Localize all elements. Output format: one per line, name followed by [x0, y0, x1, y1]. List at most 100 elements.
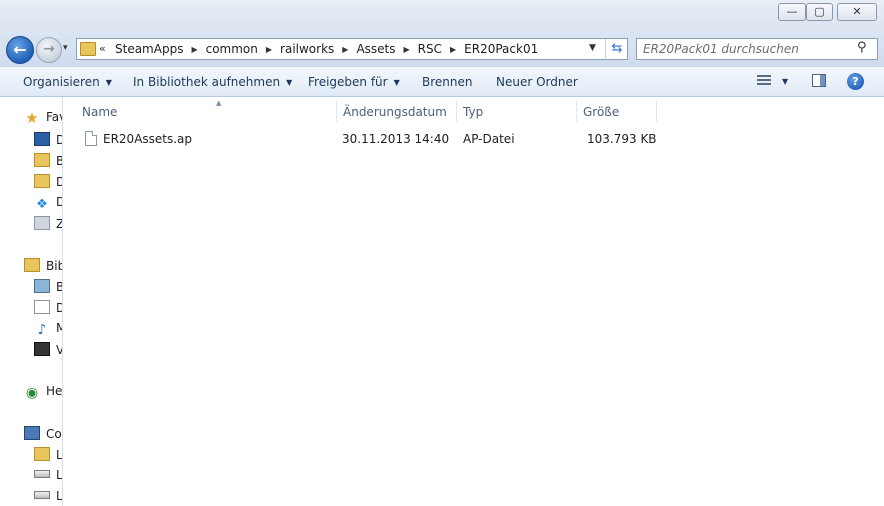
- include-library-label: In Bibliothek aufnehmen: [133, 75, 281, 89]
- back-button[interactable]: ←: [6, 36, 34, 64]
- burn-button[interactable]: Brennen: [422, 75, 472, 89]
- sidebar-item-label: D: [56, 175, 62, 189]
- sidebar-item-libraries[interactable]: Bib: [24, 258, 62, 273]
- sidebar-item-label: L: [56, 489, 63, 503]
- organize-label: Organisieren: [23, 75, 100, 89]
- sidebar-item-label: Z: [56, 217, 62, 231]
- command-bar: Organisieren ▼ In Bibliothek aufnehmen ▼ F…: [0, 66, 884, 97]
- address-bar[interactable]: « SteamApps ▶ common ▶ railworks ▶ Assets ▶ RSC ▶…: [76, 38, 628, 60]
- breadcrumb-separator-icon[interactable]: ▶: [450, 45, 456, 54]
- breadcrumb-item[interactable]: RSC: [418, 42, 442, 56]
- sidebar-item-recent-places[interactable]: Z: [34, 216, 62, 231]
- chevron-down-icon: ▼: [393, 78, 400, 87]
- minimize-icon: —: [786, 5, 798, 18]
- music-icon: ♪: [37, 322, 47, 338]
- column-header-name[interactable]: ▲ Name: [76, 99, 337, 122]
- sidebar-item-favorites[interactable]: ★ Fav: [24, 109, 62, 127]
- help-icon[interactable]: ?: [847, 73, 864, 90]
- pictures-icon: [34, 279, 50, 293]
- forward-button[interactable]: →: [36, 37, 62, 63]
- sidebar-item-drive[interactable]: L: [34, 489, 63, 503]
- search-box[interactable]: ⚲: [636, 38, 878, 60]
- sidebar-item-label: B: [56, 154, 62, 168]
- close-button[interactable]: ✕: [837, 3, 877, 21]
- back-arrow-icon: ←: [13, 40, 27, 59]
- breadcrumb-separator-icon[interactable]: ▶: [191, 45, 197, 54]
- breadcrumb-item[interactable]: railworks: [280, 42, 334, 56]
- file-date: 30.11.2013 14:40: [342, 132, 450, 146]
- file-list: ▲ Name Änderungsdatum Typ Größe ER20Asse…: [63, 97, 884, 506]
- sidebar-item-label: D: [56, 133, 62, 147]
- title-bar: — ▢ ✕: [0, 0, 884, 31]
- column-header-label: Änderungsdatum: [343, 105, 447, 119]
- sidebar-item-label: D: [56, 301, 62, 315]
- organize-menu-button[interactable]: Organisieren ▼: [23, 75, 112, 89]
- breadcrumb-separator-icon[interactable]: ▶: [404, 45, 410, 54]
- desktop-icon: [34, 132, 50, 146]
- sidebar-item-pictures[interactable]: B: [34, 279, 62, 294]
- sidebar-item-downloads[interactable]: D: [34, 174, 62, 189]
- sidebar-item-drive[interactable]: L: [34, 468, 63, 482]
- minimize-button[interactable]: —: [778, 3, 806, 21]
- sidebar-item-videos[interactable]: V: [34, 342, 62, 357]
- breadcrumb-separator-icon[interactable]: ▶: [342, 45, 348, 54]
- navigation-bar: ← → ▾ « SteamApps ▶ common ▶ railworks ▶ Asset…: [0, 30, 884, 66]
- view-options-chevron-icon[interactable]: ▼: [782, 77, 788, 86]
- column-header-type[interactable]: Typ: [457, 100, 577, 122]
- file-icon: [85, 131, 97, 146]
- sidebar-item-label: Bib: [46, 259, 62, 273]
- file-size: 103.793 KB: [587, 132, 657, 146]
- address-overflow-button[interactable]: «: [99, 42, 106, 55]
- column-header-size[interactable]: Größe: [577, 100, 657, 122]
- share-with-button[interactable]: Freigeben für ▼: [308, 75, 400, 89]
- file-type: AP-Datei: [463, 132, 515, 146]
- recent-pages-button[interactable]: ▾: [63, 43, 68, 53]
- system-drive-icon: [34, 447, 50, 461]
- breadcrumb-item[interactable]: Assets: [356, 42, 395, 56]
- sidebar-item-documents[interactable]: D: [34, 300, 62, 315]
- view-options-icon[interactable]: [757, 75, 771, 87]
- breadcrumb-item[interactable]: common: [206, 42, 258, 56]
- sidebar-item-dropbox[interactable]: ❖D: [34, 195, 62, 212]
- dropbox-icon: ❖: [36, 197, 48, 212]
- sidebar-item-label: V: [56, 343, 62, 357]
- sidebar-item-label: D: [56, 195, 62, 209]
- sidebar-item-homegroup[interactable]: ◉ He: [24, 384, 62, 400]
- file-name: ER20Assets.ap: [103, 132, 193, 146]
- recent-places-icon: [34, 216, 50, 230]
- refresh-icon[interactable]: ⇆: [605, 39, 628, 59]
- sidebar-item-folder[interactable]: B: [34, 153, 62, 168]
- preview-pane-icon[interactable]: [812, 74, 826, 87]
- sidebar-item-music[interactable]: ♪M: [34, 321, 62, 338]
- address-dropdown-icon[interactable]: ▼: [589, 43, 596, 53]
- library-icon: [24, 258, 40, 272]
- breadcrumb-separator-icon[interactable]: ▶: [266, 45, 272, 54]
- sidebar-item-system-drive[interactable]: L: [34, 447, 63, 462]
- new-folder-button[interactable]: Neuer Ordner: [496, 75, 578, 89]
- videos-icon: [34, 342, 50, 356]
- search-icon[interactable]: ⚲: [857, 40, 867, 55]
- column-header-date[interactable]: Änderungsdatum: [337, 100, 457, 122]
- homegroup-icon: ◉: [25, 385, 39, 401]
- sidebar-item-label: L: [56, 448, 63, 462]
- sidebar-item-label: He: [46, 384, 63, 398]
- search-input[interactable]: [643, 41, 849, 57]
- maximize-icon: ▢: [814, 5, 825, 18]
- folder-icon: [34, 153, 50, 167]
- breadcrumb-item[interactable]: SteamApps: [115, 42, 183, 56]
- include-in-library-button[interactable]: In Bibliothek aufnehmen ▼: [133, 75, 292, 89]
- chevron-down-icon: ▼: [105, 78, 112, 87]
- maximize-button[interactable]: ▢: [806, 3, 833, 21]
- drive-icon: [34, 491, 50, 499]
- sidebar-item-computer[interactable]: Co: [24, 426, 62, 441]
- documents-icon: [34, 300, 50, 314]
- star-icon: ★: [25, 109, 39, 127]
- chevron-down-icon: ▼: [286, 78, 293, 87]
- share-label: Freigeben für: [308, 75, 388, 89]
- sidebar-item-label: L: [56, 468, 63, 482]
- sort-ascending-icon: ▲: [216, 99, 222, 107]
- sidebar-item-desktop[interactable]: D: [34, 132, 62, 147]
- table-row[interactable]: ER20Assets.ap 30.11.2013 14:40 AP-Datei …: [79, 131, 669, 149]
- downloads-icon: [34, 174, 50, 188]
- breadcrumb-item[interactable]: ER20Pack01: [464, 42, 538, 56]
